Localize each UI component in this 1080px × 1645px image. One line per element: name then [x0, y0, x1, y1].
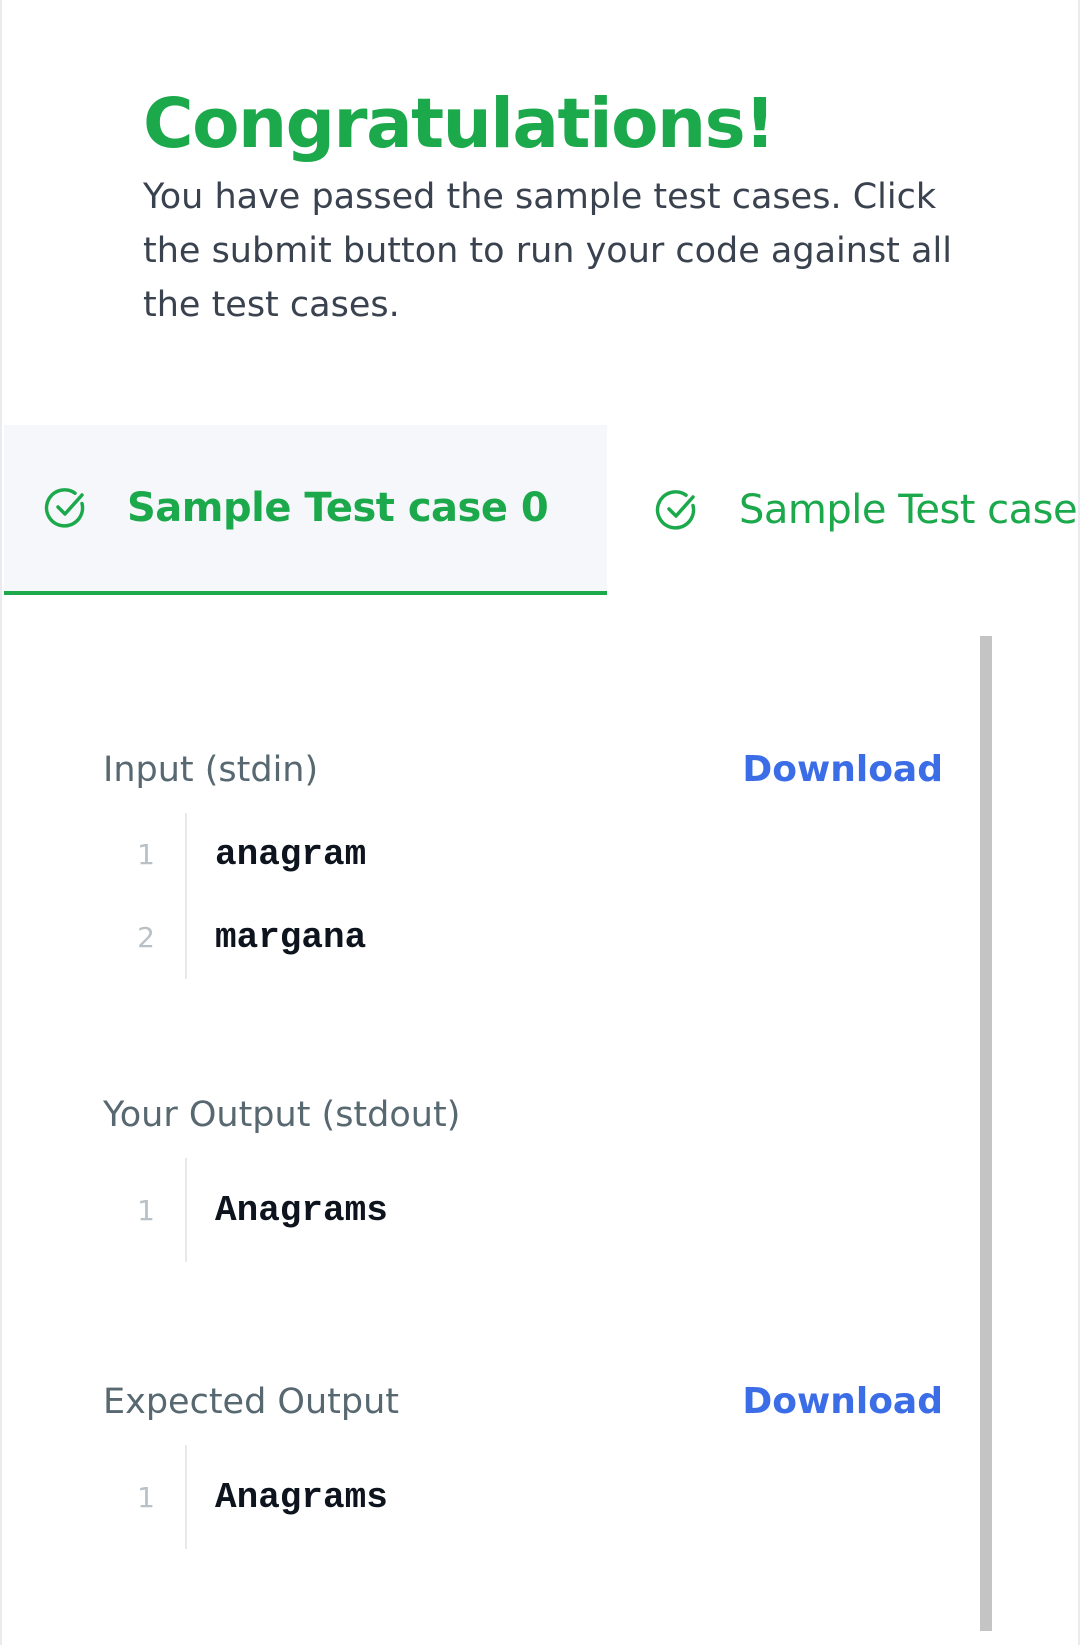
your-output-code-block: 1 Anagrams: [103, 1158, 943, 1262]
scrollbar[interactable]: [980, 636, 992, 1631]
left-border: [0, 0, 2, 1645]
your-output-section: Your Output (stdout) 1 Anagrams: [103, 1090, 943, 1262]
expected-output-section: Expected Output Download 1 Anagrams: [103, 1377, 943, 1549]
line-content: Anagrams: [215, 1476, 388, 1518]
tab-label: Sample Test case 0: [127, 485, 549, 531]
expected-output-download-link[interactable]: Download: [742, 1377, 943, 1427]
code-line: 1 Anagrams: [103, 1158, 943, 1262]
check-circle-icon: [44, 486, 88, 530]
code-line: 2 margana: [103, 896, 943, 979]
input-section: Input (stdin) Download 1 anagram 2 marga…: [103, 745, 943, 979]
expected-output-code-block: 1 Anagrams: [103, 1445, 943, 1549]
test-case-tabs: Sample Test case 0 Sample Test case: [4, 425, 1078, 595]
expected-output-section-header: Expected Output Download: [103, 1377, 943, 1427]
code-line: 1 Anagrams: [103, 1445, 943, 1549]
line-content: Anagrams: [215, 1189, 388, 1231]
check-circle-icon: [655, 488, 699, 532]
line-content: margana: [215, 917, 367, 958]
input-code-block: 1 anagram 2 margana: [103, 813, 943, 979]
tab-sample-test-case-1[interactable]: Sample Test case: [607, 425, 1078, 595]
tab-sample-test-case-0[interactable]: Sample Test case 0: [4, 425, 607, 595]
line-number: 2: [137, 921, 155, 954]
code-line: 1 anagram: [103, 813, 943, 896]
congratulations-title: Congratulations!: [143, 84, 776, 164]
line-number: 1: [137, 838, 155, 871]
expected-output-title: Expected Output: [103, 1382, 399, 1422]
success-banner: Congratulations! You have passed the sam…: [143, 78, 963, 332]
line-content: anagram: [215, 834, 367, 875]
input-title: Input (stdin): [103, 750, 319, 790]
success-message: You have passed the sample test cases. C…: [143, 177, 952, 325]
line-number: 1: [137, 1480, 155, 1514]
line-number: 1: [137, 1193, 155, 1227]
tab-label: Sample Test case: [739, 487, 1078, 533]
input-section-header: Input (stdin) Download: [103, 745, 943, 795]
your-output-title: Your Output (stdout): [103, 1095, 461, 1135]
your-output-section-header: Your Output (stdout): [103, 1090, 943, 1140]
input-download-link[interactable]: Download: [742, 745, 943, 795]
